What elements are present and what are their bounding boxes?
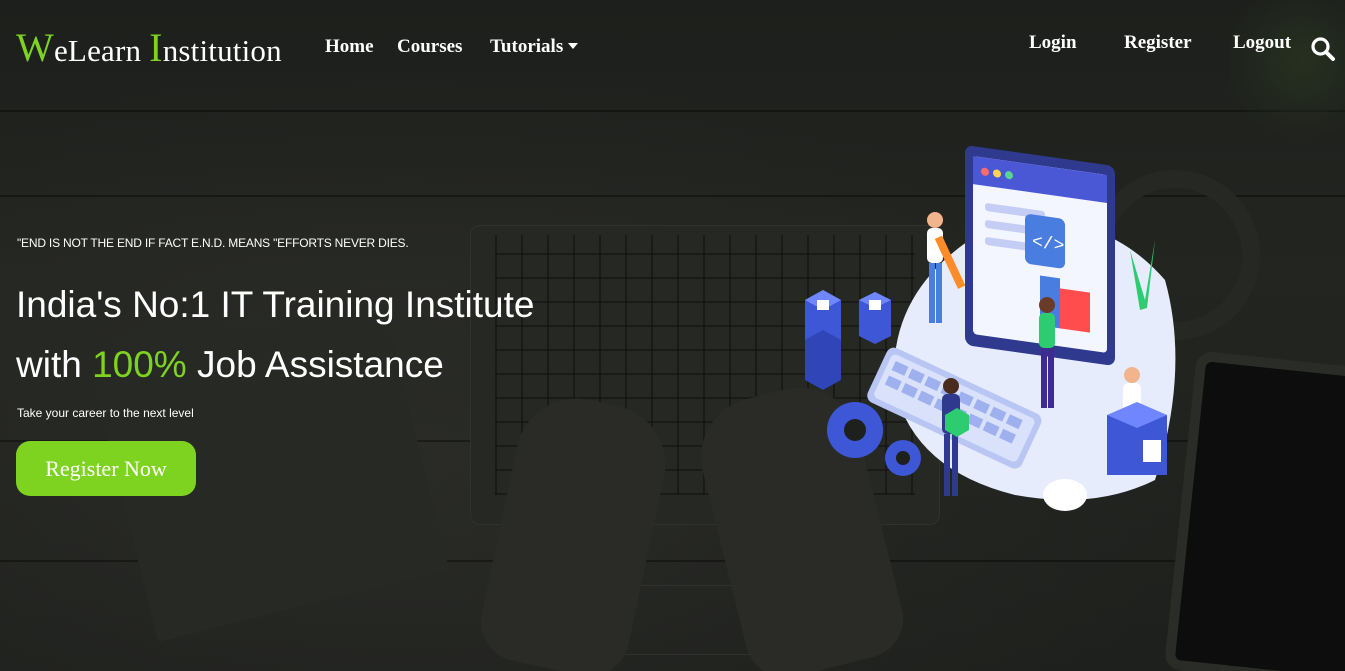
headline-line-1: India's No:1 IT Training Institute <box>16 284 535 325</box>
nav-tutorials-label: Tutorials <box>490 36 564 57</box>
headline-highlight: 100% <box>92 344 187 385</box>
hero-section: WeLearn Institution Home Courses Tutoria… <box>0 0 1345 671</box>
search-icon[interactable] <box>1310 36 1336 62</box>
desk-plank <box>0 110 1345 112</box>
navbar: WeLearn Institution Home Courses Tutoria… <box>0 0 1345 90</box>
hero-tagline: Take your career to the next level <box>17 406 194 420</box>
brand-text: nstitution <box>162 33 282 68</box>
register-now-button[interactable]: Register Now <box>16 441 196 496</box>
headline-line-2: with 100% Job Assistance <box>16 335 535 395</box>
background-tablet <box>1163 350 1345 671</box>
hero-headline: India's No:1 IT Training Institute with … <box>16 275 535 395</box>
nav-register-link[interactable]: Register <box>1124 32 1192 54</box>
brand-initial-w: W <box>16 25 54 70</box>
caret-down-icon <box>568 42 579 49</box>
nav-login-link[interactable]: Login <box>1029 32 1077 54</box>
headline-text: with <box>16 344 93 385</box>
brand-initial-i: I <box>149 25 163 70</box>
nav-home-link[interactable]: Home <box>325 36 374 58</box>
headline-text: Job Assistance <box>186 344 444 385</box>
brand-text: eLearn <box>53 33 150 68</box>
hero-quote: "END IS NOT THE END IF FACT E.N.D. MEANS… <box>17 236 409 250</box>
nav-tutorials-dropdown[interactable]: Tutorials <box>490 36 579 58</box>
it-training-illustration: </> <box>805 146 1176 511</box>
nav-logout-link[interactable]: Logout <box>1233 32 1291 54</box>
nav-courses-link[interactable]: Courses <box>397 36 462 58</box>
brand-logo[interactable]: WeLearn Institution <box>16 24 282 71</box>
